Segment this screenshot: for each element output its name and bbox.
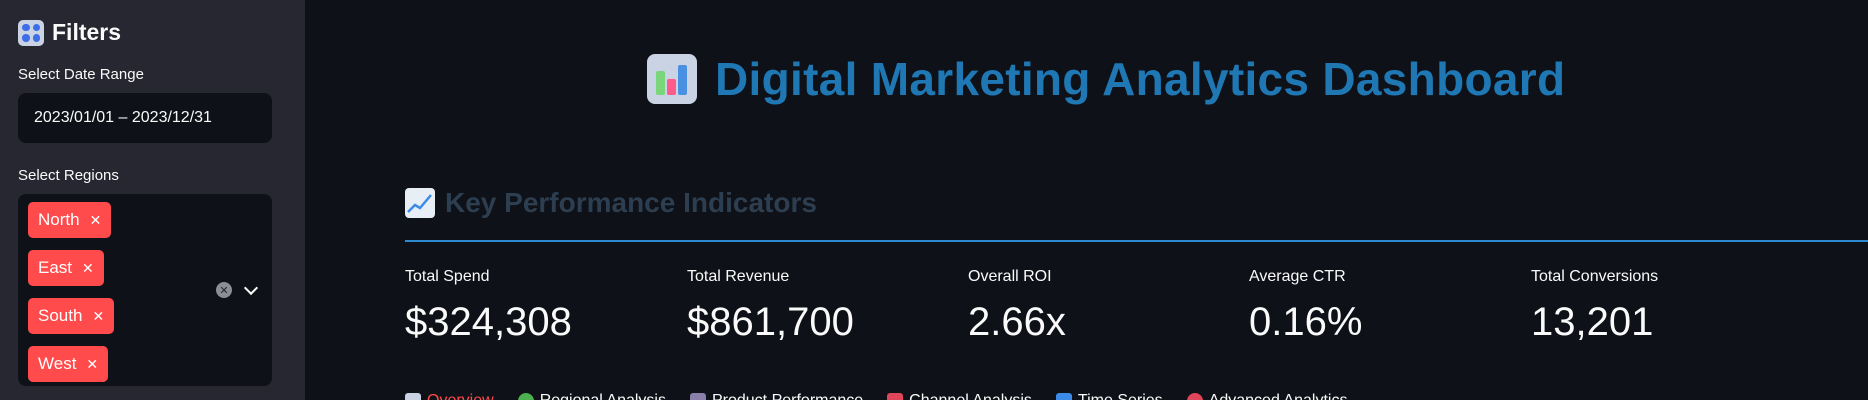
region-tag-west[interactable]: West ✕ (28, 346, 109, 382)
metric-value: 0.16% (1249, 300, 1363, 344)
date-range-label: Select Date Range (18, 66, 144, 83)
sidebar: Filters Select Date Range 2023/01/01 – 2… (0, 0, 305, 400)
metric-label: Overall ROI (968, 268, 1052, 285)
regions-label: Select Regions (18, 167, 119, 184)
section-divider (405, 240, 1868, 242)
metric-total-spend: Total Spend $324,308 (405, 268, 572, 345)
remove-tag-icon[interactable]: ✕ (86, 356, 98, 373)
control-knobs-icon (18, 19, 44, 46)
metric-value: 13,201 (1531, 300, 1654, 344)
kpi-section-header: Key Performance Indicators (405, 187, 817, 219)
main-content: Digital Marketing Analytics Dashboard Ke… (305, 0, 1868, 400)
regions-multiselect[interactable]: North ✕ East ✕ South ✕ West ✕ ✕ (18, 194, 272, 386)
metric-average-ctr: Average CTR 0.16% (1249, 268, 1362, 345)
region-tag-north[interactable]: North ✕ (28, 202, 112, 238)
metric-value: 2.66x (968, 300, 1066, 344)
tab-time-series[interactable]: Time Series (1055, 392, 1163, 400)
kpi-section-title: Key Performance Indicators (445, 187, 817, 218)
remove-tag-icon[interactable]: ✕ (92, 308, 104, 325)
remove-tag-icon[interactable]: ✕ (90, 212, 102, 229)
tab-bar: Overview Regional Analysis Product Perfo… (405, 392, 1347, 400)
bar-chart-icon (647, 54, 697, 104)
metric-label: Total Revenue (687, 268, 790, 285)
sidebar-header: Filters (18, 19, 287, 46)
region-tag-label: South (38, 306, 83, 325)
remove-tag-icon[interactable]: ✕ (82, 260, 94, 277)
metric-label: Total Spend (405, 268, 490, 285)
tab-overview[interactable]: Overview (405, 392, 494, 400)
chevron-down-icon[interactable] (243, 280, 259, 295)
megaphone-icon (887, 393, 904, 400)
tab-product-performance[interactable]: Product Performance (689, 392, 863, 400)
region-tag-label: East (38, 258, 73, 277)
region-tag-label: North (38, 210, 80, 229)
metric-total-conversions: Total Conversions 13,201 (1531, 268, 1658, 345)
chart-increasing-icon (405, 188, 435, 218)
refresh-icon (1186, 393, 1203, 400)
region-tag-east[interactable]: East ✕ (28, 250, 104, 286)
metric-value: $324,308 (405, 300, 572, 344)
metric-value: $861,700 (687, 300, 854, 344)
metric-label: Average CTR (1249, 268, 1346, 285)
calendar-icon (689, 393, 706, 400)
clear-all-icon[interactable]: ✕ (216, 282, 232, 298)
tab-channel-analysis[interactable]: Channel Analysis (887, 392, 1032, 400)
tab-regional-analysis[interactable]: Regional Analysis (517, 392, 666, 400)
region-tag-south[interactable]: South ✕ (28, 298, 115, 334)
metric-total-revenue: Total Revenue $861,700 (687, 268, 854, 345)
metric-label: Total Conversions (1531, 268, 1659, 285)
page-title: Digital Marketing Analytics Dashboard (715, 53, 1566, 105)
chart-icon (1055, 393, 1072, 400)
bar-chart-icon (405, 393, 421, 400)
date-range-input[interactable]: 2023/01/01 – 2023/12/31 (18, 93, 272, 143)
page-title-block: Digital Marketing Analytics Dashboard (647, 52, 1565, 106)
region-tag-label: West (38, 354, 77, 373)
globe-icon (517, 393, 534, 400)
metric-overall-roi: Overall ROI 2.66x (968, 268, 1066, 345)
sidebar-title: Filters (52, 19, 122, 45)
tab-advanced-analytics[interactable]: Advanced Analytics (1186, 392, 1347, 400)
